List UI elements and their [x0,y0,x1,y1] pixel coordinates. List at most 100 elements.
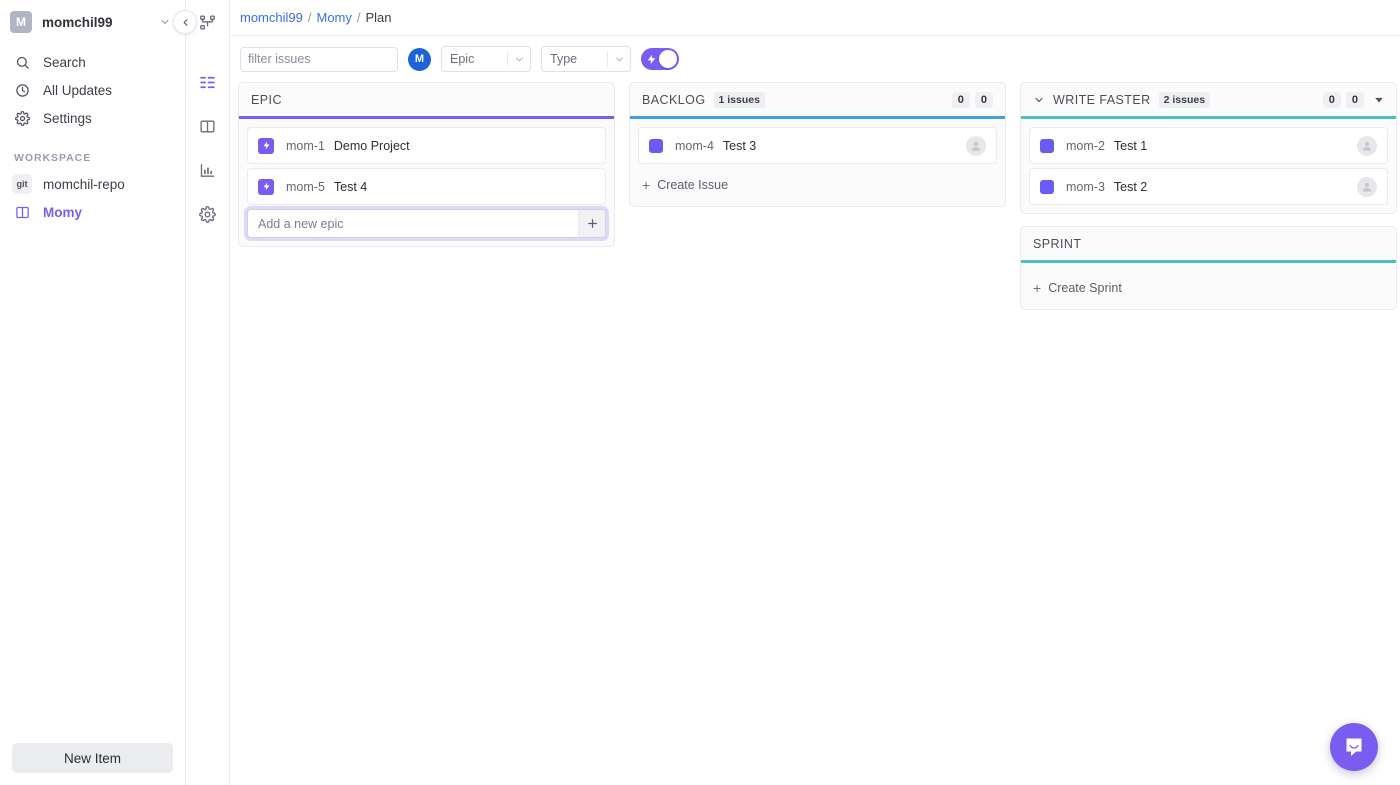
quick-mode-toggle[interactable] [641,48,679,70]
create-issue-button[interactable]: + Create Issue [638,168,997,198]
assignee-filter-avatar[interactable]: M [408,47,431,71]
issue-card[interactable]: mom-3 Test 2 [1029,168,1388,205]
gear-icon[interactable] [194,200,222,228]
sidebar-item-label: Search [43,54,86,70]
square-icon [1040,138,1054,153]
write-faster-panel: WRITE FASTER 2 issues 0 0 mom-2 Test 1 m… [1020,82,1397,214]
issue-card[interactable]: mom-4 Test 3 [638,127,997,164]
sitemap-icon[interactable] [194,8,222,36]
user-avatar-placeholder-icon[interactable] [966,135,986,156]
bar-chart-icon[interactable] [194,156,222,184]
breadcrumb-separator: / [307,10,312,25]
chat-bubble-icon[interactable] [1330,723,1378,771]
backlog-panel-body: mom-4 Test 3 + Create Issue [630,119,1005,206]
caret-down-icon[interactable] [1374,95,1384,105]
breadcrumb: momchil99 / Momy / Plan [230,0,1400,36]
main-content: momchil99 / Momy / Plan M Epic [230,0,1400,785]
card-key: mom-4 [675,138,714,153]
breadcrumb-project[interactable]: Momy [316,10,351,25]
estimate-badge-right: 0 [974,91,993,108]
panel-title: WRITE FASTER [1053,92,1151,107]
sidebar-item-search[interactable]: Search [8,48,177,76]
sidebar-item-momy[interactable]: Momy [8,198,177,226]
filter-toolbar: M Epic Type [230,36,1400,82]
add-epic-row[interactable] [247,209,606,238]
user-avatar-placeholder-icon[interactable] [1357,135,1377,156]
gear-icon [12,110,32,126]
sprint-column: WRITE FASTER 2 issues 0 0 mom-2 Test 1 m… [1020,82,1397,310]
estimate-badge-left: 0 [951,91,970,108]
search-input[interactable] [248,52,409,66]
app-root: M momchil99 Search All Updates Settings … [0,0,1400,785]
epic-column: EPIC mom-1 Demo Project mom-5 Test 4 Add… [238,82,615,247]
filter-issues-search[interactable] [240,46,422,72]
create-sprint-label: Create Sprint [1048,281,1122,295]
square-icon [649,138,663,153]
create-issue-label: Create Issue [657,178,729,192]
backlog-panel-header: BACKLOG 1 issues 0 0 [630,83,1005,116]
sprint-panel: SPRINT + Create Sprint [1020,226,1397,310]
sprint-panel-header: SPRINT [1021,227,1396,260]
sidebar-collapse-button[interactable] [173,10,197,34]
chevron-down-icon[interactable] [159,16,171,28]
card-key: mom-2 [1066,138,1105,153]
sidebar-item-label: All Updates [43,82,113,98]
plus-icon: + [1033,280,1042,296]
estimate-badge-left: 0 [1322,91,1341,108]
sidebar-item-all-updates[interactable]: All Updates [8,76,177,104]
card-title: Demo Project [333,138,410,153]
panel-title: EPIC [251,92,282,107]
board-columns-icon[interactable] [194,112,222,140]
search-icon [12,55,32,70]
plan-board: EPIC mom-1 Demo Project mom-5 Test 4 Add… [230,82,1400,785]
create-sprint-button[interactable]: + Create Sprint [1029,271,1388,301]
square-icon [1040,179,1054,194]
type-filter-select[interactable]: Type [541,46,631,72]
add-epic-button[interactable] [578,210,605,237]
breadcrumb-separator: / [356,10,361,25]
clock-icon [12,83,32,98]
toggle-knob [659,50,677,68]
backlog-column: BACKLOG 1 issues 0 0 mom-4 Test 3 + Crea… [629,82,1006,207]
workspace-name: momchil99 [42,14,113,30]
plus-icon: + [642,177,651,193]
card-key: mom-5 [286,179,325,194]
git-icon: git [12,174,32,194]
new-item-button[interactable]: New Item [12,743,173,773]
lightning-bolt-icon [646,54,657,65]
epic-card[interactable]: mom-1 Demo Project [247,127,606,164]
issue-count-badge: 2 issues [1158,91,1211,108]
lightning-bolt-icon [258,178,274,195]
sidebar-item-label: Settings [43,110,92,126]
sidebar-item-settings[interactable]: Settings [8,104,177,132]
card-title: Test 2 [1113,179,1148,194]
workspace-switcher[interactable]: M momchil99 [0,0,185,44]
chevron-down-icon [608,54,630,65]
backlog-panel: BACKLOG 1 issues 0 0 mom-4 Test 3 + Crea… [629,82,1006,207]
estimate-badge-right: 0 [1345,91,1364,108]
issue-card[interactable]: mom-2 Test 1 [1029,127,1388,164]
sidebar-item-label: Momy [43,204,83,220]
board-icon [12,202,32,222]
chevron-down-icon[interactable] [1033,94,1045,106]
breadcrumb-org[interactable]: momchil99 [240,10,303,25]
epic-card[interactable]: mom-5 Test 4 [247,168,606,205]
lightning-bolt-icon [258,137,274,154]
icon-rail [186,0,230,785]
list-grid-icon[interactable] [194,68,222,96]
select-label: Type [550,52,578,66]
card-title: Test 3 [722,138,757,153]
sidebar-item-momchil-repo[interactable]: git momchil-repo [8,170,177,198]
card-key: mom-1 [286,138,325,153]
epic-panel: EPIC mom-1 Demo Project mom-5 Test 4 Add… [238,82,615,247]
chevron-down-icon [508,54,530,65]
sidebar-item-label: momchil-repo [43,176,125,192]
panel-title: SPRINT [1033,236,1082,251]
add-epic-input[interactable] [258,216,578,231]
breadcrumb-current-page: Plan [365,10,392,25]
user-avatar-placeholder-icon[interactable] [1357,176,1377,197]
epic-panel-header: EPIC [239,83,614,116]
write-faster-panel-header: WRITE FASTER 2 issues 0 0 [1021,83,1396,116]
epic-filter-select[interactable]: Epic [441,46,531,72]
